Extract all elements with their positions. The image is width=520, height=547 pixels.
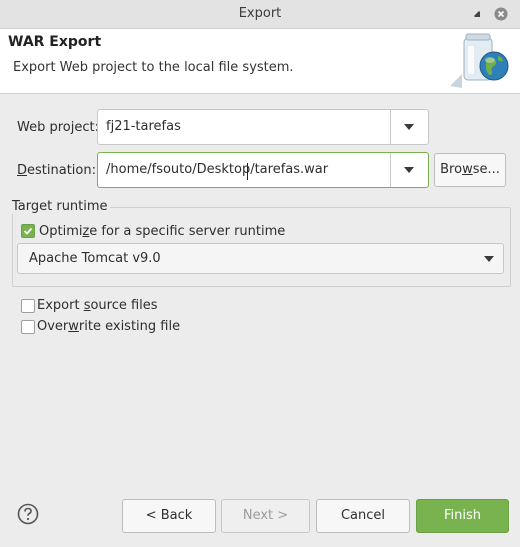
overwrite-checkbox[interactable] bbox=[21, 320, 35, 334]
cancel-button[interactable]: Cancel bbox=[316, 499, 410, 533]
text-cursor bbox=[247, 163, 248, 180]
web-project-dropdown-button[interactable] bbox=[390, 110, 428, 144]
chevron-down-icon bbox=[484, 256, 494, 262]
chevron-down-icon bbox=[404, 167, 414, 173]
back-button[interactable]: < Back bbox=[122, 499, 216, 533]
optimize-checkbox[interactable] bbox=[21, 224, 35, 238]
server-runtime-select[interactable]: Apache Tomcat v9.0 bbox=[17, 243, 504, 274]
help-icon[interactable] bbox=[17, 503, 39, 525]
window-menu-icon[interactable] bbox=[470, 7, 484, 21]
next-button[interactable]: Next > bbox=[221, 499, 310, 533]
destination-label: Destination: bbox=[17, 163, 96, 178]
optimize-label[interactable]: Optimize for a specific server runtime bbox=[39, 224, 285, 239]
target-runtime-title: Target runtime bbox=[12, 199, 110, 214]
export-source-label[interactable]: Export source files bbox=[37, 298, 158, 313]
export-source-checkbox[interactable] bbox=[21, 299, 35, 313]
destination-combo[interactable]: /home/fsouto/Desktop/tarefas.war bbox=[97, 152, 429, 188]
close-icon[interactable] bbox=[494, 7, 508, 21]
checkmark-icon bbox=[23, 227, 33, 235]
window-titlebar: Export bbox=[0, 0, 520, 29]
overwrite-label[interactable]: Overwrite existing file bbox=[37, 319, 180, 334]
window-title: Export bbox=[238, 6, 282, 21]
server-runtime-value: Apache Tomcat v9.0 bbox=[29, 251, 161, 266]
destination-input[interactable]: /home/fsouto/Desktop/tarefas.war bbox=[106, 153, 328, 187]
chevron-down-icon bbox=[404, 124, 414, 130]
web-project-label: Web project: bbox=[17, 120, 99, 135]
destination-dropdown-button[interactable] bbox=[390, 153, 428, 187]
wizard-title: WAR Export bbox=[8, 34, 102, 50]
finish-button[interactable]: Finish bbox=[416, 499, 509, 533]
wizard-header: WAR Export Export Web project to the loc… bbox=[0, 29, 520, 94]
browse-button[interactable]: Browse... bbox=[434, 153, 506, 187]
wizard-description: Export Web project to the local file sys… bbox=[13, 60, 294, 75]
war-jar-globe-icon bbox=[450, 33, 509, 88]
web-project-value: fj21-tarefas bbox=[106, 119, 181, 134]
web-project-combo[interactable]: fj21-tarefas bbox=[97, 109, 429, 145]
